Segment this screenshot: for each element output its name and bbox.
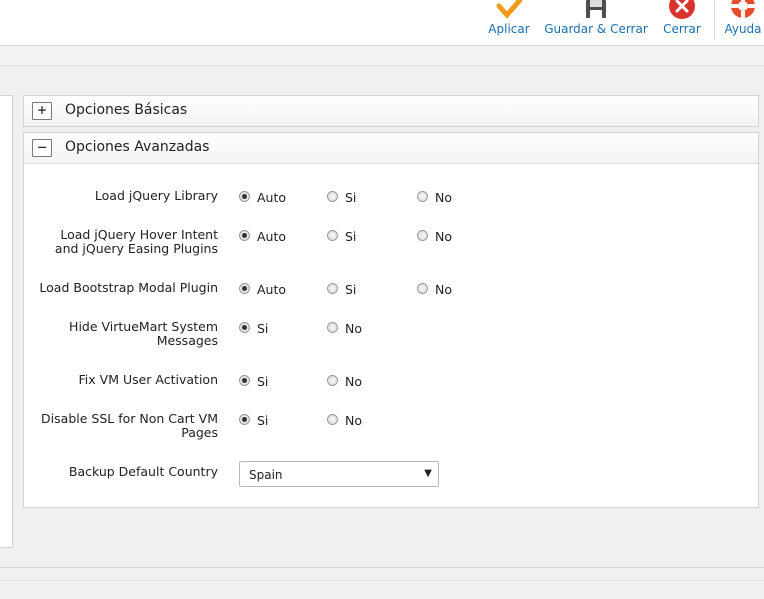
option-label: Fix VM User Activation xyxy=(78,372,218,387)
help-label: Ayuda xyxy=(724,22,762,36)
basic-options-header[interactable]: + Opciones Básicas xyxy=(24,96,758,126)
radio-dot[interactable] xyxy=(327,283,338,294)
option-label: Load jQuery Library xyxy=(94,188,218,203)
option-row-fix-vm-activation: Fix VM User Activation Si No xyxy=(24,373,758,393)
footer-divider xyxy=(0,567,764,568)
footer-divider-2 xyxy=(0,580,764,581)
option-row-jquery: Load jQuery Library Auto Si No xyxy=(24,189,758,209)
radio-dot[interactable] xyxy=(239,375,250,386)
collapse-icon[interactable]: − xyxy=(32,139,52,157)
radio-dot[interactable] xyxy=(327,322,338,333)
advanced-options-header[interactable]: − Opciones Avanzadas xyxy=(24,133,758,163)
red-x-icon xyxy=(669,0,695,19)
radio-dot[interactable] xyxy=(239,191,250,202)
radio-dot[interactable] xyxy=(239,230,250,241)
option-row-disable-ssl: Disable SSL for Non Cart VM Pages Si No xyxy=(24,412,758,442)
apply-label: Aplicar xyxy=(488,22,530,36)
country-select[interactable]: Spain ▼ xyxy=(239,461,439,487)
lifebuoy-icon xyxy=(731,0,755,18)
advanced-options-body: Load jQuery Library Auto Si No Load jQue… xyxy=(24,163,758,507)
left-panel xyxy=(0,95,13,548)
radio-dot[interactable] xyxy=(417,191,428,202)
radio-dot[interactable] xyxy=(327,230,338,241)
basic-options-panel: + Opciones Básicas xyxy=(23,95,759,127)
expand-icon[interactable]: + xyxy=(32,102,52,120)
country-select-value: Spain xyxy=(249,468,283,482)
subheader-band xyxy=(0,46,764,66)
option-label: Load jQuery Hover Intent and jQuery Easi… xyxy=(54,227,218,256)
floppy-disk-icon xyxy=(586,0,606,18)
dropdown-arrow-icon: ▼ xyxy=(424,468,432,479)
toolbar: Aplicar Guardar & Cerrar Cerrar Ayuda xyxy=(0,0,764,46)
option-label: Hide VirtueMart System Messages xyxy=(69,319,218,348)
advanced-options-panel: − Opciones Avanzadas Load jQuery Library… xyxy=(23,132,759,508)
radio-dot[interactable] xyxy=(417,283,428,294)
option-label: Disable SSL for Non Cart VM Pages xyxy=(41,411,218,440)
help-button[interactable]: Ayuda xyxy=(722,0,764,46)
option-label: Backup Default Country xyxy=(68,464,218,479)
advanced-options-title: Opciones Avanzadas xyxy=(65,139,210,155)
close-button[interactable]: Cerrar xyxy=(660,0,704,46)
option-row-hover-intent: Load jQuery Hover Intent and jQuery Easi… xyxy=(24,228,758,258)
radio-dot[interactable] xyxy=(417,230,428,241)
option-row-hide-vm-messages: Hide VirtueMart System Messages Si No xyxy=(24,320,758,350)
radio-dot[interactable] xyxy=(327,191,338,202)
toolbar-separator xyxy=(714,0,715,40)
close-label: Cerrar xyxy=(663,22,701,36)
radio-dot[interactable] xyxy=(327,414,338,425)
option-row-bootstrap: Load Bootstrap Modal Plugin Auto Si No xyxy=(24,281,758,301)
radio-dot[interactable] xyxy=(239,414,250,425)
radio-dot[interactable] xyxy=(327,375,338,386)
radio-dot[interactable] xyxy=(239,283,250,294)
option-row-backup-country: Backup Default Country Spain ▼ xyxy=(24,461,758,493)
save-close-label: Guardar & Cerrar xyxy=(544,22,648,36)
option-label: Load Bootstrap Modal Plugin xyxy=(39,280,218,295)
basic-options-title: Opciones Básicas xyxy=(65,102,188,118)
radio-dot[interactable] xyxy=(239,322,250,333)
apply-button[interactable]: Aplicar xyxy=(484,0,534,46)
checkmark-icon xyxy=(496,0,523,19)
save-close-button[interactable]: Guardar & Cerrar xyxy=(542,0,650,46)
